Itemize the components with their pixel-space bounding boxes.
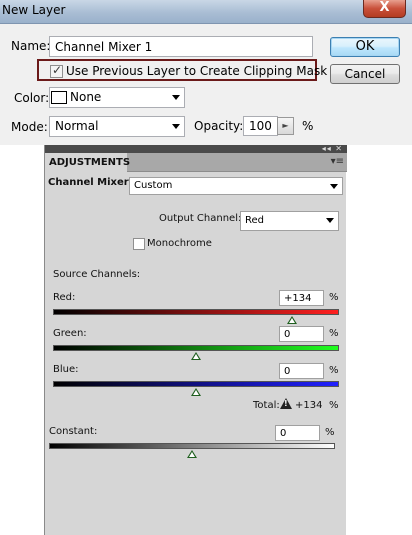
opacity-label: Opacity:	[194, 119, 244, 133]
source-channels-label: Source Channels:	[53, 269, 141, 280]
red-slider-track[interactable]	[53, 309, 339, 315]
adjustments-panel: ◂◂ ✕ ADJUSTMENTS ▾≡ Channel Mixer Custom…	[44, 144, 347, 535]
name-field[interactable]: Channel Mixer 1	[49, 36, 313, 57]
cancel-button[interactable]: Cancel	[330, 64, 400, 84]
mode-label: Mode:	[11, 120, 48, 134]
red-slider-thumb[interactable]	[286, 316, 297, 324]
new-layer-dialog: New Layer X Name: Channel Mixer 1 OK Can…	[0, 0, 412, 145]
green-channel-label: Green:	[53, 328, 87, 339]
dialog-titlebar[interactable]: New Layer X	[0, 0, 412, 24]
constant-slider-track[interactable]	[49, 443, 335, 449]
tab-adjustments[interactable]: ADJUSTMENTS	[45, 153, 130, 172]
color-swatch	[51, 91, 67, 104]
opacity-unit: %	[302, 119, 314, 133]
clipping-mask-label: Use Previous Layer to Create Clipping Ma…	[66, 64, 328, 78]
warning-icon	[280, 398, 292, 409]
close-button[interactable]: X	[363, 0, 406, 18]
monochrome-checkbox[interactable]	[133, 238, 145, 250]
blue-channel-input[interactable]: 0	[279, 363, 324, 379]
output-channel-select[interactable]: Red	[240, 211, 339, 231]
adjustment-type-label: Channel Mixer	[48, 177, 129, 188]
panel-top-bar[interactable]: ◂◂ ✕	[45, 144, 347, 153]
collapse-close-icons[interactable]: ◂◂ ✕	[322, 144, 343, 153]
total-label: Total:	[253, 400, 280, 411]
blue-slider-track[interactable]	[53, 381, 339, 387]
constant-label: Constant:	[49, 426, 98, 437]
constant-slider-thumb[interactable]	[187, 450, 197, 458]
preset-value: Custom	[134, 180, 173, 191]
red-channel-input[interactable]: +134	[279, 290, 324, 306]
ok-button[interactable]: OK	[330, 37, 400, 57]
preset-select[interactable]: Custom	[129, 177, 343, 195]
green-slider-track[interactable]	[53, 345, 339, 351]
clipping-mask-checkbox[interactable]: ✓	[50, 63, 63, 78]
red-percent: %	[329, 292, 339, 303]
color-label: Color:	[14, 91, 50, 105]
chevron-down-icon	[172, 124, 180, 129]
dialog-title: New Layer	[2, 3, 66, 17]
green-channel-input[interactable]: 0	[279, 326, 324, 342]
blue-percent: %	[329, 365, 339, 376]
panel-tab-bar: ADJUSTMENTS ▾≡	[45, 153, 347, 172]
mode-value: Normal	[55, 119, 99, 133]
opacity-slider-arrow-icon[interactable]: ►	[277, 117, 294, 135]
checkmark-icon: ✓	[52, 63, 63, 77]
constant-input[interactable]: 0	[275, 425, 320, 441]
color-value: None	[70, 90, 102, 104]
output-channel-label: Output Channel:	[159, 213, 242, 224]
name-label: Name:	[11, 39, 51, 53]
total-value: +134	[295, 400, 323, 411]
output-channel-value: Red	[245, 215, 264, 226]
green-slider-thumb[interactable]	[191, 352, 201, 360]
chevron-down-icon	[326, 218, 334, 223]
opacity-field[interactable]: 100	[243, 116, 278, 136]
constant-percent: %	[325, 427, 335, 438]
chevron-down-icon	[330, 184, 338, 189]
green-percent: %	[329, 328, 339, 339]
blue-slider-thumb[interactable]	[191, 388, 201, 396]
panel-menu-icon[interactable]: ▾≡	[331, 156, 344, 167]
chevron-down-icon	[172, 95, 180, 100]
red-channel-label: Red:	[53, 292, 76, 303]
color-select[interactable]: None	[49, 87, 185, 108]
blue-channel-label: Blue:	[53, 364, 79, 375]
mode-select[interactable]: Normal	[49, 116, 185, 137]
monochrome-label: Monochrome	[147, 238, 212, 249]
total-percent: %	[329, 400, 339, 411]
